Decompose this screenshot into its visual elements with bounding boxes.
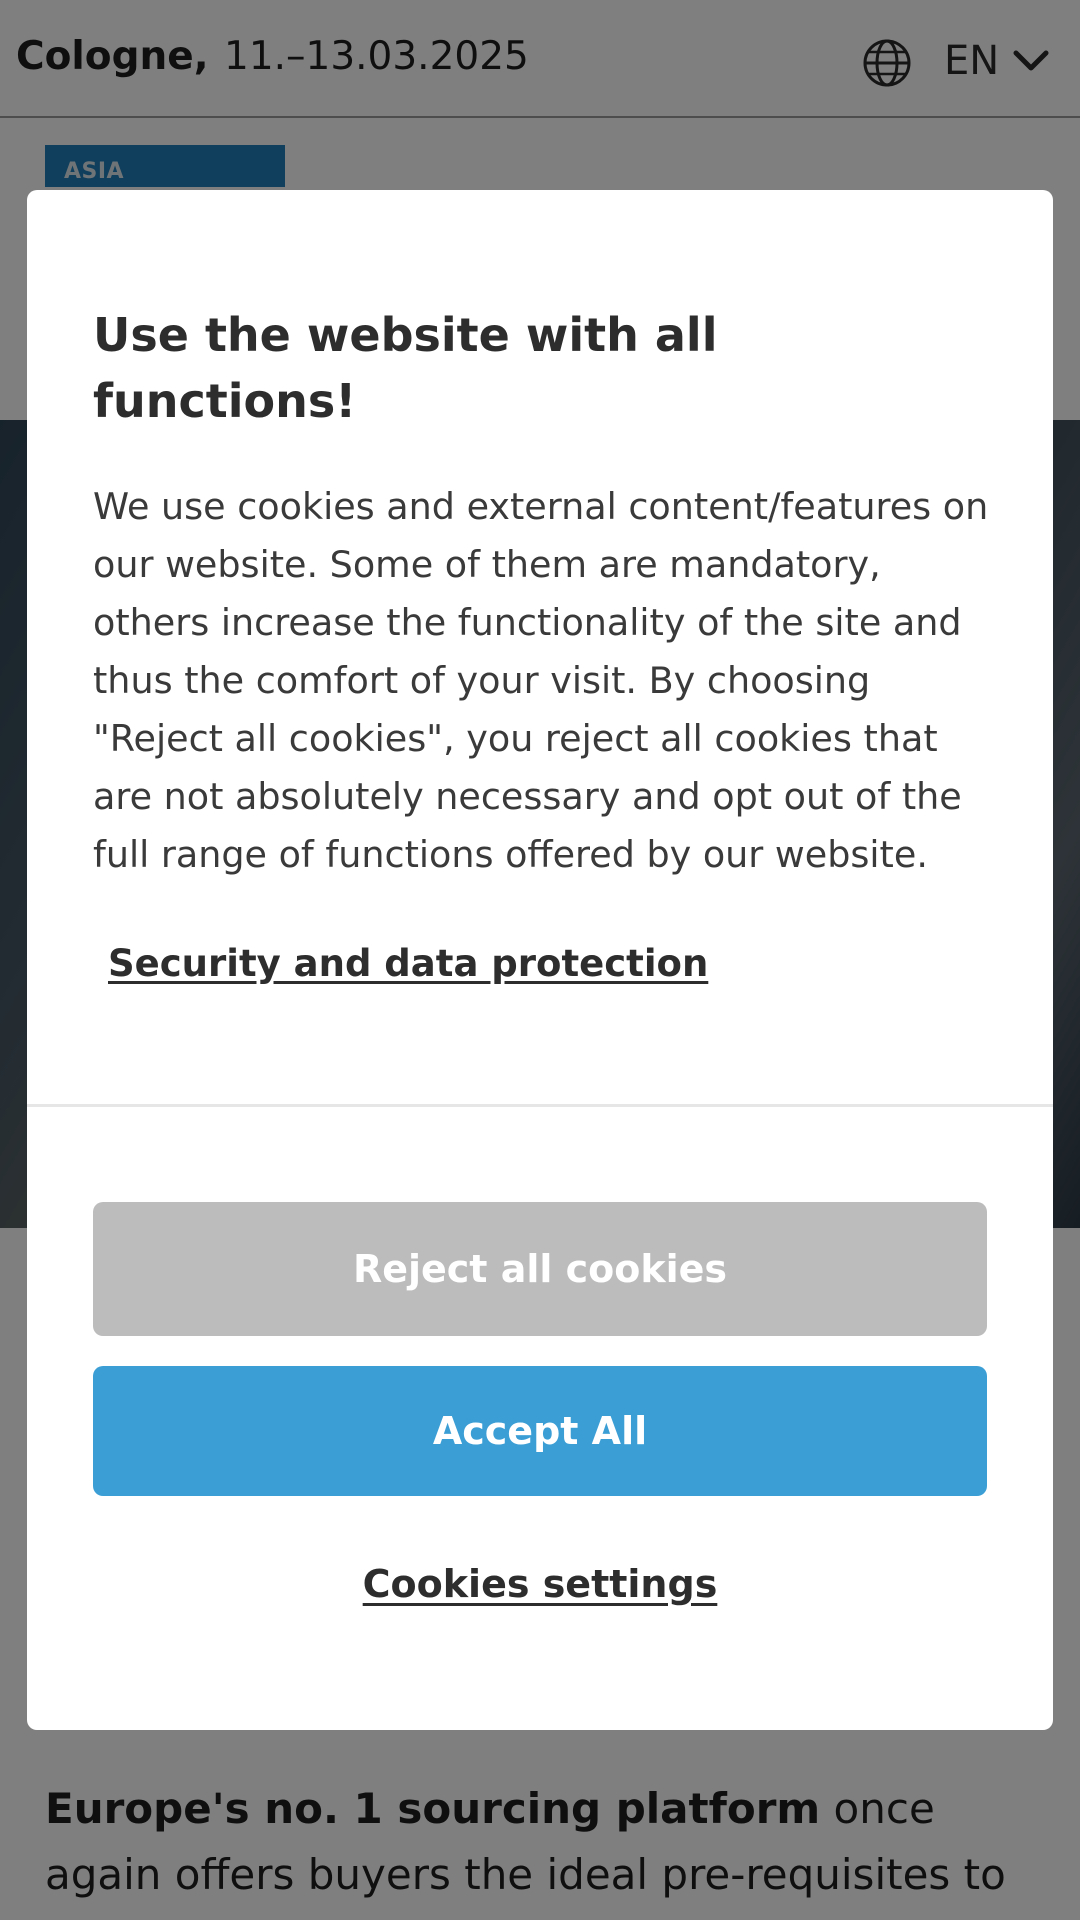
reject-all-button[interactable]: Reject all cookies bbox=[93, 1202, 987, 1336]
dialog-title: Use the website with all functions! bbox=[93, 308, 718, 428]
security-link[interactable]: Security and data protection bbox=[108, 942, 708, 985]
dialog-body: We use cookies and external content/feat… bbox=[93, 485, 989, 876]
accept-all-button[interactable]: Accept All bbox=[93, 1366, 987, 1496]
cookie-settings-row: Cookies settings bbox=[27, 1562, 1053, 1606]
cookie-consent-dialog: Use the website with all functions! We u… bbox=[27, 190, 1053, 1730]
cookie-settings-link[interactable]: Cookies settings bbox=[363, 1562, 718, 1606]
divider bbox=[27, 1104, 1053, 1107]
